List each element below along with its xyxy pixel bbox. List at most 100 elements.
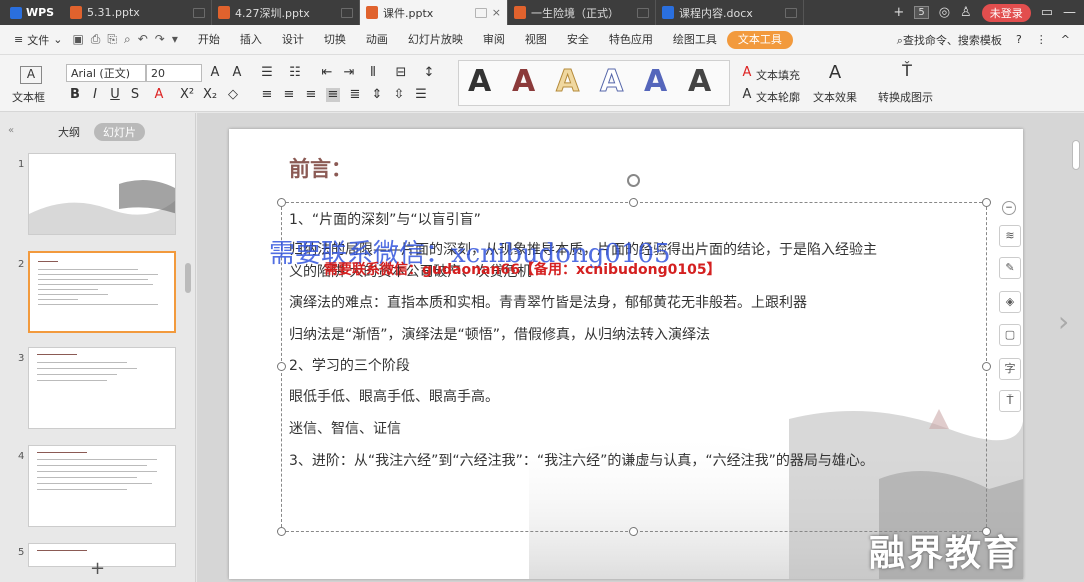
menu-features[interactable]: 特色应用 xyxy=(599,25,663,55)
resize-handle[interactable] xyxy=(277,527,286,536)
undo-icon[interactable]: ↶ xyxy=(138,32,148,47)
shrink-font-icon[interactable]: A xyxy=(230,66,244,80)
menu-security[interactable]: 安全 xyxy=(557,25,599,55)
collapse-ribbon-icon[interactable]: ^ xyxy=(1061,33,1070,46)
rotate-handle-icon[interactable] xyxy=(627,174,640,187)
subscript-icon[interactable]: X₂ xyxy=(203,88,217,102)
paragraph-spacing-icon[interactable]: ⇳ xyxy=(392,88,406,102)
tab-window-icon[interactable] xyxy=(193,7,205,18)
customize-icon[interactable]: ▾ xyxy=(172,32,178,47)
convert-diagram-button[interactable]: 转换成图示 xyxy=(878,89,933,105)
redo-icon[interactable]: ↷ xyxy=(155,32,165,47)
tab-count-badge[interactable]: 5 xyxy=(914,6,929,19)
text-style-black-icon[interactable]: A xyxy=(468,67,491,97)
distributed-icon[interactable]: ≣ xyxy=(348,88,362,102)
bullet-list-icon[interactable]: ☰ xyxy=(260,66,274,80)
strikethrough-icon[interactable]: S xyxy=(128,88,142,102)
print-preview-icon[interactable]: ⎙ xyxy=(91,32,101,47)
file-menu[interactable]: ≡ 文件 ⌄ xyxy=(0,32,72,48)
decrease-indent-icon[interactable]: ⇤ xyxy=(320,66,334,80)
line-spacing-icon[interactable]: ↕ xyxy=(422,66,436,80)
slide-thumbnail-1[interactable] xyxy=(28,153,176,235)
text-direction-icon[interactable]: ⊟ xyxy=(394,66,408,80)
vertical-align-icon[interactable]: ⇕ xyxy=(370,88,384,102)
text-outline-button[interactable]: 文本轮廓 xyxy=(756,89,800,105)
superscript-icon[interactable]: X² xyxy=(180,88,194,102)
menu-insert[interactable]: 插入 xyxy=(230,25,272,55)
resize-handle[interactable] xyxy=(277,198,286,207)
tab-file-5[interactable]: 课程内容.docx xyxy=(656,0,804,25)
panel-scrollbar[interactable] xyxy=(185,263,191,293)
add-slide-button[interactable]: + xyxy=(90,558,105,579)
justify-icon[interactable]: ≡ xyxy=(326,88,340,102)
help-icon[interactable]: ? xyxy=(1016,33,1022,46)
clear-format-icon[interactable]: ◇ xyxy=(226,88,240,102)
align-left-icon[interactable]: ≡ xyxy=(260,88,274,102)
fill-icon[interactable]: ◈ xyxy=(999,291,1021,313)
tab-file-3-active[interactable]: 课件.pptx × xyxy=(360,0,508,25)
paragraph-options-icon[interactable]: ☰ xyxy=(414,88,428,102)
collapse-panel-icon[interactable]: « xyxy=(8,125,14,136)
resize-handle[interactable] xyxy=(629,527,638,536)
slide-thumbnail-2-selected[interactable] xyxy=(28,251,176,333)
minimize-icon[interactable]: — xyxy=(1063,5,1076,20)
more-icon[interactable]: ⋮ xyxy=(1036,33,1047,46)
wps-logo[interactable]: WPS xyxy=(0,0,64,25)
resize-handle[interactable] xyxy=(982,362,991,371)
save-icon[interactable]: ▣ xyxy=(72,32,83,47)
slide-thumbnail-3[interactable] xyxy=(28,347,176,429)
restore-icon[interactable]: ▭ xyxy=(1041,5,1053,20)
tab-window-icon[interactable] xyxy=(637,7,649,18)
columns-icon[interactable]: ⫴ xyxy=(366,66,380,80)
text-effect-button[interactable]: 文本效果 xyxy=(813,89,857,105)
bold-icon[interactable]: B xyxy=(68,88,82,102)
pen-icon[interactable]: ✎ xyxy=(999,257,1021,279)
layers-icon[interactable]: ≋ xyxy=(999,225,1021,247)
menu-text-tools[interactable]: 文本工具 xyxy=(726,30,793,49)
text-convert-icon[interactable]: Ť xyxy=(999,390,1021,412)
tab-file-2[interactable]: 4.27深圳.pptx xyxy=(212,0,360,25)
underline-icon[interactable]: U xyxy=(108,88,122,102)
menu-design[interactable]: 设计 xyxy=(272,25,314,55)
font-size-select[interactable]: 20 xyxy=(146,64,202,82)
tab-window-icon[interactable] xyxy=(785,7,797,18)
canvas-scrollbar[interactable] xyxy=(1072,140,1080,170)
tab-outline[interactable]: 大纲 xyxy=(58,124,80,140)
text-style-dark-icon[interactable]: A xyxy=(688,67,711,97)
grow-font-icon[interactable]: A xyxy=(208,66,222,80)
preview-icon[interactable]: ⌕ xyxy=(124,32,131,47)
menu-transition[interactable]: 切换 xyxy=(314,25,356,55)
close-icon[interactable]: × xyxy=(492,6,501,19)
font-name-select[interactable]: Arial (正文) xyxy=(66,64,146,82)
next-slide-icon[interactable]: › xyxy=(1058,305,1069,338)
textbox-icon[interactable]: A xyxy=(20,66,42,84)
slide-current[interactable]: 前言： 1、“片面的深刻”与“以盲引盲” 归纳法的局限——片面的深刻，从现象推导… xyxy=(229,129,1023,579)
font-color-icon[interactable]: A xyxy=(152,88,166,102)
tab-slides[interactable]: 幻灯片 xyxy=(94,123,145,141)
menu-view[interactable]: 视图 xyxy=(515,25,557,55)
shirt-icon[interactable]: ♙ xyxy=(960,5,972,20)
text-style-outline-icon[interactable]: A xyxy=(599,66,623,97)
menu-drawing-tools[interactable]: 绘图工具 xyxy=(663,25,727,55)
tab-file-1[interactable]: 5.31.pptx xyxy=(64,0,212,25)
align-right-icon[interactable]: ≡ xyxy=(304,88,318,102)
resize-handle[interactable] xyxy=(277,362,286,371)
font-tool-icon[interactable]: 字 xyxy=(999,358,1021,380)
tab-window-icon[interactable] xyxy=(341,7,353,18)
text-style-gold-icon[interactable]: A xyxy=(555,66,579,97)
border-icon[interactable]: ▢ xyxy=(999,324,1021,346)
numbered-list-icon[interactable]: ☷ xyxy=(288,66,302,80)
search-command[interactable]: ⌕查找命令、搜索模板 xyxy=(897,32,1002,48)
add-tab-button[interactable]: + xyxy=(893,5,904,20)
resize-handle[interactable] xyxy=(982,198,991,207)
skin-icon[interactable]: ◎ xyxy=(939,5,950,20)
textbox-label[interactable]: 文本框 xyxy=(12,89,45,105)
menu-slideshow[interactable]: 幻灯片放映 xyxy=(398,25,473,55)
text-fill-button[interactable]: 文本填充 xyxy=(756,67,800,83)
slide-title[interactable]: 前言： xyxy=(289,153,352,183)
tab-window-icon[interactable] xyxy=(474,7,487,18)
slide-thumbnail-4[interactable] xyxy=(28,445,176,527)
menu-home[interactable]: 开始 xyxy=(188,25,230,55)
print-icon[interactable]: ⎘ xyxy=(107,32,117,47)
login-button[interactable]: 未登录 xyxy=(981,3,1031,22)
